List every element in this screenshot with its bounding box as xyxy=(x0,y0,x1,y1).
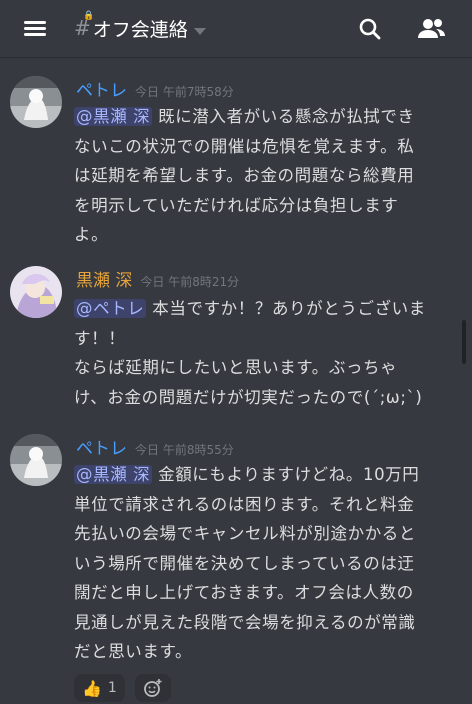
avatar[interactable] xyxy=(10,76,62,128)
add-reaction-icon xyxy=(143,679,162,697)
message-line: 闊だと申し上げておきます。オフ会は人数の xyxy=(74,583,414,602)
message-line: 既に潜入者がいる懸念が払拭でき xyxy=(158,107,415,126)
message-line: よ。 xyxy=(74,225,109,244)
message-line: ないこの状況での開催は危惧を覚えます。私 xyxy=(74,136,415,156)
message-line: 本当ですか！？ありがとうございま xyxy=(152,299,426,318)
scrollbar[interactable] xyxy=(462,320,466,364)
message-timestamp: 今日 午前8時55分 xyxy=(135,443,234,457)
message-line: 金額にもよりますけどね。10万円 xyxy=(158,465,420,484)
channel-name: オフ会連絡 xyxy=(92,18,188,41)
user-mention[interactable]: @黒瀬 深 xyxy=(74,107,153,126)
message-author[interactable]: ペトレ xyxy=(76,76,127,101)
reaction-bar: 👍 1 xyxy=(74,674,171,702)
message-author[interactable]: 黒瀬 深 xyxy=(76,266,132,291)
message-line: 単位で請求されるのは困ります。それと料金 xyxy=(74,494,415,514)
message-line: ならば延期にしたいと思います。ぶっちゃ xyxy=(74,358,398,377)
message-line: 先払いの会場でキャンセル料が別途かかると xyxy=(74,524,416,543)
search-icon[interactable] xyxy=(358,17,382,41)
message-timestamp: 今日 午前7時58分 xyxy=(135,85,234,99)
user-mention[interactable]: @黒瀬 深 xyxy=(74,465,153,484)
user-mention[interactable]: @ペトレ xyxy=(74,299,147,318)
message-content: @黒瀬 深 金額にもよりますけどね。10万円 単位で請求されるのは困ります。それ… xyxy=(74,460,454,667)
channel-title-button[interactable]: # 🔒 オフ会連絡 xyxy=(74,11,206,42)
message-line: を明示していただければ応分は負担します xyxy=(74,195,399,215)
menu-icon[interactable] xyxy=(24,21,46,37)
members-icon[interactable] xyxy=(416,17,448,41)
avatar[interactable] xyxy=(10,434,62,486)
add-reaction-button[interactable] xyxy=(134,674,171,702)
message-line: は延期を希望します。お金の問題なら総費用 xyxy=(74,166,415,185)
thumbs-up-icon: 👍 xyxy=(82,678,102,698)
message-line: す！！ xyxy=(74,328,126,348)
message-line: 見通しが見えた段階で会場を抑えるのが常識 xyxy=(74,612,416,632)
reaction-thumbs-up-button[interactable]: 👍 1 xyxy=(74,674,125,702)
chevron-down-icon xyxy=(193,27,206,35)
channel-header: # 🔒 オフ会連絡 xyxy=(0,0,472,58)
message-author[interactable]: ペトレ xyxy=(76,434,127,459)
avatar[interactable] xyxy=(10,266,62,318)
message-content: @ペトレ 本当ですか！？ありがとうございま す！！ ならば延期にしたいと思います… xyxy=(74,294,454,412)
reaction-count: 1 xyxy=(107,680,117,696)
message-line: け、お金の問題だけが切実だったので(´;ω;`) xyxy=(74,387,423,407)
message-line: いう場所で開催を決めてしまっているのは迂 xyxy=(74,553,415,573)
message-timestamp: 今日 午前8時21分 xyxy=(140,275,240,289)
message-line: だと思います。 xyxy=(74,642,193,661)
locked-channel-hash-icon: # 🔒 xyxy=(74,11,95,40)
message-content: @黒瀬 深 既に潜入者がいる懸念が払拭でき ないこの状況での開催は危惧を覚えます… xyxy=(74,102,454,250)
